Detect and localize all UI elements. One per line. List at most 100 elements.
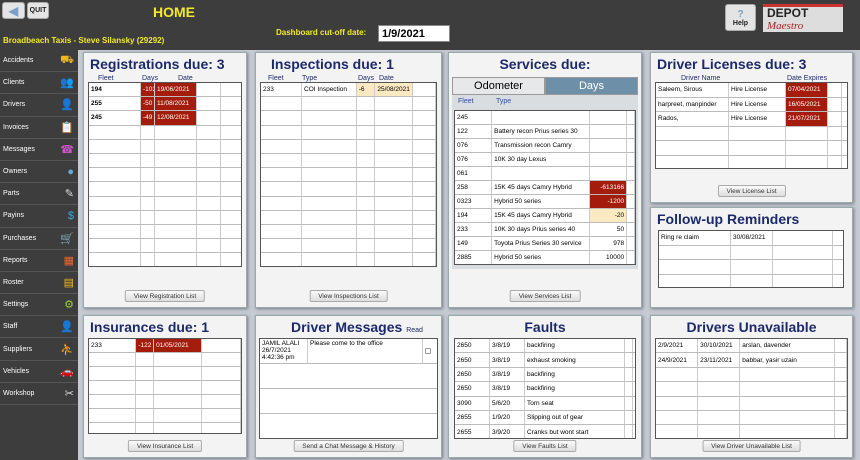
table-row[interactable] <box>89 381 241 395</box>
view-registration-list-button[interactable]: View Registration List <box>124 290 206 302</box>
table-row[interactable] <box>659 245 843 260</box>
view-faults-list-button[interactable]: View Faults List <box>513 440 577 452</box>
view-services-list-button[interactable]: View Services List <box>509 290 581 302</box>
sidebar-item-reports[interactable]: Reports ▦ <box>0 250 78 272</box>
sidebar-item-workshop[interactable]: Workshop ✂ <box>0 383 78 405</box>
table-row[interactable]: 258 15K 45 days Camry Hybrid -613166 <box>455 181 635 195</box>
table-row[interactable]: Ring re claim 30/08/2021 <box>659 231 843 246</box>
table-row[interactable] <box>89 253 241 266</box>
table-row[interactable]: 233 -122 01/05/2021 <box>89 339 241 353</box>
view-insurance-list-button[interactable]: View Insurance List <box>127 440 203 452</box>
table-row[interactable]: 0323 Hybrid 50 series -1200 <box>455 195 635 209</box>
table-row[interactable] <box>261 153 436 169</box>
table-row[interactable]: 194 -103 19/06/2021 <box>89 83 241 98</box>
table-row[interactable]: 245 <box>455 111 635 125</box>
table-row[interactable]: 245 -49 12/08/2021 <box>89 111 241 126</box>
table-row[interactable] <box>89 139 241 154</box>
table-row[interactable]: 122 Battery recon Prius series 30 <box>455 125 635 139</box>
sidebar-item-settings[interactable]: Settings ⚙ <box>0 294 78 317</box>
table-row[interactable] <box>656 425 847 438</box>
sidebar-item-accidents[interactable]: Accidents ⛟ <box>0 50 78 73</box>
table-row[interactable] <box>261 224 436 240</box>
table-row[interactable] <box>89 153 241 169</box>
message-row[interactable]: JAMIL ALALI 26/7/2021 4:42:36 pm Please com… <box>260 339 437 364</box>
table-row[interactable] <box>261 97 436 112</box>
table-row[interactable]: 2650 3/8/19 backfiring <box>455 339 635 354</box>
table-row[interactable] <box>89 409 241 423</box>
table-row[interactable] <box>261 125 436 140</box>
table-row[interactable]: 2650 3/8/19 backfiring <box>455 367 635 383</box>
tab-days[interactable]: Days <box>545 77 638 95</box>
table-row[interactable]: 255 -50 11/08/2021 <box>89 97 241 112</box>
table-row[interactable] <box>261 253 436 266</box>
table-row[interactable]: 2885 Hybrid 50 series 10000 <box>455 251 635 264</box>
sidebar-item-drivers[interactable]: Drivers 👤 <box>0 94 78 117</box>
table-row[interactable] <box>89 168 241 183</box>
cutoff-date-input[interactable]: 1/9/2021 <box>378 25 450 42</box>
table-row[interactable] <box>89 353 241 367</box>
sidebar-item-owners[interactable]: Owners ● <box>0 161 78 184</box>
table-row[interactable] <box>659 260 843 275</box>
table-row[interactable]: 194 15K 45 days Camry Hybrid -20 <box>455 209 635 223</box>
back-button[interactable]: ◀ <box>2 2 25 19</box>
table-row[interactable]: 3090 5/6/20 Torn seat <box>455 396 635 411</box>
sidebar-item-payins[interactable]: Payins $ <box>0 205 78 228</box>
sidebar-item-roster[interactable]: Roster ▤ <box>0 272 78 295</box>
sidebar-item-parts[interactable]: Parts ✎ <box>0 183 78 206</box>
table-row[interactable]: 2650 3/8/19 backfiring <box>455 382 635 397</box>
table-row[interactable] <box>261 111 436 126</box>
view-license-list-button[interactable]: View License List <box>717 185 786 197</box>
sidebar-item-invoices[interactable]: Invoices 📋 <box>0 117 78 139</box>
sidebar-item-staff[interactable]: Staff 👤 <box>0 316 78 339</box>
quit-button[interactable]: QUIT <box>27 2 49 19</box>
table-row[interactable] <box>89 210 241 225</box>
table-row[interactable] <box>89 224 241 240</box>
table-row[interactable] <box>656 155 847 168</box>
table-row[interactable] <box>89 239 241 254</box>
table-row[interactable]: 2650 3/8/19 exhaust smoking <box>455 353 635 368</box>
table-row[interactable]: 2655 1/9/20 Slipping out of gear <box>455 410 635 426</box>
send-chat-message-button[interactable]: Send a Chat Message & History <box>293 440 404 452</box>
tab-odometer[interactable]: Odometer <box>452 77 545 95</box>
message-row[interactable] <box>260 364 437 389</box>
table-row[interactable]: 24/9/2021 23/11/2021 babbar, yasir uzain <box>656 353 847 368</box>
table-row[interactable]: 149 Toyota Prius Series 30 service 978 <box>455 237 635 251</box>
table-row[interactable]: 076 Transmission recon Camry <box>455 139 635 153</box>
table-row[interactable]: Rados, Hire License 21/07/2021 <box>656 112 847 127</box>
table-row[interactable] <box>261 139 436 154</box>
sidebar-item-clients[interactable]: Clients 👥 <box>0 72 78 95</box>
table-row[interactable] <box>89 125 241 140</box>
table-row[interactable] <box>89 367 241 381</box>
message-row[interactable] <box>260 389 437 414</box>
table-row[interactable]: 2655 3/9/20 Cranks but wont start <box>455 425 635 438</box>
table-row[interactable]: Saleem, Sirous Hire License 07/04/2021 <box>656 83 847 98</box>
table-row[interactable] <box>89 182 241 197</box>
table-row[interactable]: 233 10K 30 days Prius series 40 50 <box>455 223 635 237</box>
table-row[interactable] <box>261 239 436 254</box>
table-row[interactable]: 076 10K 30 day Lexus <box>455 153 635 167</box>
table-row[interactable]: 061 <box>455 167 635 181</box>
table-row[interactable] <box>656 382 847 397</box>
table-row[interactable] <box>656 126 847 141</box>
view-inspections-list-button[interactable]: View Inspections List <box>309 290 388 302</box>
table-row[interactable] <box>89 423 241 433</box>
table-row[interactable] <box>656 141 847 156</box>
read-checkbox[interactable] <box>423 339 437 363</box>
table-row[interactable] <box>656 367 847 383</box>
message-row[interactable] <box>260 414 437 438</box>
table-row[interactable] <box>656 410 847 426</box>
table-row[interactable]: 233 COI Inspection -6 25/08/2021 <box>261 83 436 98</box>
sidebar-item-messages[interactable]: Messages ☎ <box>0 139 78 161</box>
sidebar-item-purchases[interactable]: Purchases 🛒 <box>0 228 78 250</box>
help-button[interactable]: ? Help <box>725 4 756 31</box>
table-row[interactable] <box>261 168 436 183</box>
table-row[interactable] <box>656 396 847 411</box>
table-row[interactable] <box>89 395 241 409</box>
table-row[interactable] <box>261 182 436 197</box>
table-row[interactable] <box>89 196 241 211</box>
table-row[interactable]: harpreet, manpinder Hire License 16/05/202… <box>656 97 847 112</box>
sidebar-item-vehicles[interactable]: Vehicles 🚗 <box>0 361 78 383</box>
table-row[interactable] <box>261 210 436 225</box>
view-driver-unavailable-list-button[interactable]: View Driver Unavailable List <box>702 440 801 452</box>
table-row[interactable] <box>659 274 843 287</box>
